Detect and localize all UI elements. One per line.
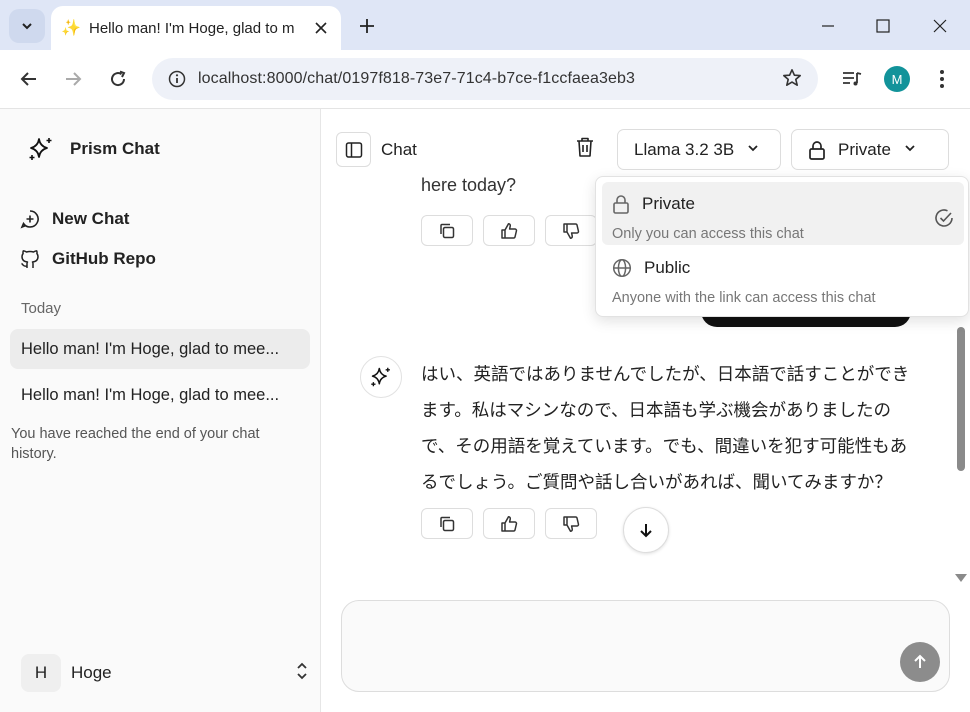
brand[interactable]: Prism Chat [28, 136, 160, 162]
globe-icon [612, 258, 632, 278]
option-description: Anyone with the link can access this cha… [612, 290, 876, 306]
option-description: Only you can access this chat [612, 226, 804, 242]
option-label: Private [642, 194, 695, 213]
sidebar: Prism Chat New Chat GitHub Repo Today He… [0, 109, 321, 712]
user-menu-button[interactable]: H Hoge [21, 654, 309, 692]
reload-button[interactable] [102, 63, 134, 95]
maximize-icon [876, 19, 890, 33]
bookmark-star-icon[interactable] [782, 68, 802, 93]
visibility-dropdown: Private Only you can access this chat Pu… [595, 176, 969, 317]
tab-close-icon[interactable] [311, 18, 331, 38]
sparkles-logo-icon [29, 138, 52, 160]
lock-icon [809, 140, 825, 160]
chat-history-item[interactable]: Hello man! I'm Hoge, glad to mee... [10, 329, 310, 369]
arrow-left-icon [20, 72, 36, 86]
tab-search-button[interactable] [9, 9, 45, 43]
forward-button[interactable] [57, 63, 89, 95]
plus-circle-icon [20, 210, 39, 229]
user-name: Hoge [71, 663, 112, 682]
arrow-down-icon [640, 524, 652, 538]
new-chat-button[interactable]: New Chat [20, 209, 129, 229]
site-info-icon[interactable] [166, 68, 188, 90]
profile-avatar[interactable]: M [884, 66, 910, 92]
page-title: Chat [381, 140, 417, 159]
visibility-option-public[interactable]: Public Anyone with the link can access t… [602, 246, 964, 309]
url-text: localhost:8000/chat/0197f818-73e7-71c4-b… [198, 70, 636, 87]
message-actions [421, 508, 597, 539]
previous-message-fragment: here today? [421, 175, 517, 195]
panel-left-icon [345, 141, 362, 158]
arrow-right-icon [66, 72, 82, 86]
sparkles-icon [371, 367, 390, 387]
playlist-icon [843, 72, 862, 86]
chat-history-item[interactable]: Hello man! I'm Hoge, glad to mee... [10, 375, 310, 415]
visibility-selector[interactable]: Private [791, 129, 949, 170]
github-icon [21, 250, 39, 268]
window-close-button[interactable] [920, 9, 960, 43]
visibility-option-private[interactable]: Private Only you can access this chat [602, 182, 964, 245]
end-of-history-note: You have reached the end of your chat hi… [11, 426, 260, 462]
send-button[interactable] [900, 642, 940, 682]
model-label: Llama 3.2 3B [634, 139, 735, 159]
address-bar[interactable]: localhost:8000/chat/0197f818-73e7-71c4-b… [152, 58, 818, 100]
browser-tab[interactable]: ✨ Hello man! I'm Hoge, glad to m [51, 6, 341, 50]
github-label: GitHub Repo [52, 249, 156, 268]
option-label: Public [644, 258, 691, 277]
delete-chat-button[interactable] [575, 136, 599, 162]
thumbs-down-icon [563, 515, 580, 532]
reload-icon [111, 70, 126, 87]
thumbs-down-button[interactable] [545, 508, 597, 539]
thumbs-up-icon [501, 515, 518, 532]
chevrons-up-down-icon [295, 661, 309, 686]
message-actions [421, 215, 597, 246]
message-input[interactable] [341, 600, 950, 692]
sidebar-toggle-button[interactable] [336, 132, 371, 167]
option-header: Public [612, 258, 690, 278]
check-circle-icon [934, 208, 954, 233]
thumbs-up-button[interactable] [483, 508, 535, 539]
avatar: H [21, 654, 61, 692]
new-chat-label: New Chat [52, 209, 130, 228]
copy-icon [440, 516, 455, 531]
thumbs-up-icon [501, 222, 518, 239]
brand-name: Prism Chat [70, 139, 160, 158]
assistant-message-text: はい、英語ではありませんでしたが、日本語で話すことができます。私はマシンなので、… [421, 365, 910, 493]
copy-icon [440, 223, 455, 238]
scroll-to-bottom-button[interactable] [623, 507, 669, 553]
back-button[interactable] [13, 63, 45, 95]
model-selector[interactable]: Llama 3.2 3B [617, 129, 781, 170]
copy-button[interactable] [421, 508, 473, 539]
scrollbar-down-arrow[interactable] [955, 574, 967, 582]
copy-button[interactable] [421, 215, 473, 246]
arrow-up-icon [914, 654, 926, 668]
browser-tab-bar: ✨ Hello man! I'm Hoge, glad to m [0, 0, 970, 50]
plus-icon [360, 19, 374, 33]
browser-toolbar: localhost:8000/chat/0197f818-73e7-71c4-b… [0, 50, 970, 109]
minimize-button[interactable] [808, 9, 848, 43]
visibility-label: Private [838, 139, 891, 159]
scrollbar-thumb[interactable] [957, 327, 965, 471]
lock-icon [613, 195, 629, 214]
maximize-button[interactable] [863, 9, 903, 43]
browser-menu-button[interactable] [926, 63, 958, 95]
chevron-down-icon [22, 23, 32, 30]
thumbs-down-button[interactable] [545, 215, 597, 246]
assistant-avatar [360, 356, 402, 398]
chevron-down-icon [903, 140, 917, 160]
thumbs-up-button[interactable] [483, 215, 535, 246]
option-header: Private [612, 194, 695, 214]
minimize-icon [822, 25, 834, 27]
close-icon [933, 19, 947, 33]
chevron-down-icon [746, 140, 760, 160]
section-today: Today [21, 300, 62, 317]
tab-title: Hello man! I'm Hoge, glad to m [89, 19, 295, 37]
github-repo-link[interactable]: GitHub Repo [20, 249, 156, 269]
media-control-button[interactable] [836, 63, 868, 95]
new-tab-button[interactable] [352, 11, 382, 41]
sparkle-favicon-icon: ✨ [61, 20, 81, 37]
thumbs-down-icon [563, 222, 580, 239]
trash-icon [577, 137, 593, 157]
more-vertical-icon [940, 70, 944, 88]
